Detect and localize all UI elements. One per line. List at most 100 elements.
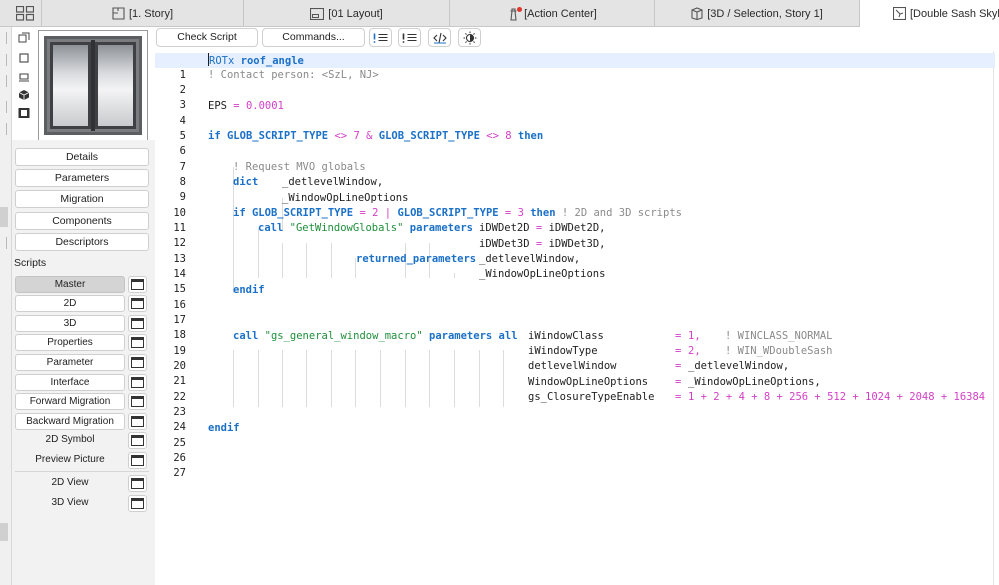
code-comment: ! WIN_WDoubleSash: [725, 345, 833, 357]
code-token: 2: [372, 207, 379, 219]
code-line: 3: [155, 83, 995, 111]
preview-picture: [38, 30, 148, 141]
script-master[interactable]: Master: [15, 276, 125, 293]
code-token: parameters: [409, 222, 473, 234]
code-line: 2 ! Contact person: <SzL, NJ>: [155, 68, 995, 96]
code-token: if: [208, 130, 221, 142]
script-3d[interactable]: 3D: [15, 315, 125, 332]
tab-object-editor[interactable]: [Double Sash Skyligh: [860, 0, 999, 27]
code-token: _detlevelWindow,: [282, 176, 384, 188]
script-interface[interactable]: Interface: [15, 374, 125, 391]
open-window-icon[interactable]: [128, 354, 147, 371]
code-token: GLOB_SCRIPT_TYPE: [251, 207, 354, 219]
object-editor-icon: [893, 7, 906, 20]
square-icon[interactable]: [18, 52, 30, 64]
code-token: call: [258, 222, 284, 234]
tab-story[interactable]: [1. Story]: [41, 0, 244, 27]
check-script-button[interactable]: Check Script: [156, 28, 258, 47]
code-line: 6 if GLOB_SCRIPT_TYPE <> 7 & GLOB_SCRIPT…: [155, 129, 995, 157]
film-icon[interactable]: [18, 107, 30, 119]
migration-button[interactable]: Migration: [15, 190, 149, 208]
code-line: 10 _WindowOpLineOptions: [155, 191, 995, 219]
code-token: =: [359, 207, 366, 219]
code-token: GLOB_SCRIPT_TYPE: [226, 130, 329, 142]
code-token: &: [366, 130, 373, 142]
code-line: 23 gs_ClosureTypeEnable = 1 + 2 + 4 + 8 …: [155, 390, 995, 418]
script-parameter[interactable]: Parameter: [15, 354, 125, 371]
list-format-icon[interactable]: [398, 28, 421, 47]
code-line: 5: [155, 114, 995, 142]
code-token: =: [675, 330, 682, 342]
code-line: 25 endif: [155, 421, 995, 449]
tab-action-center[interactable]: [Action Center]: [450, 0, 655, 27]
tab-layout[interactable]: [01 Layout]: [244, 0, 450, 27]
code-token: _detlevelWindow,: [479, 253, 581, 265]
code-line: 7: [155, 145, 995, 173]
code-token: =: [233, 100, 240, 112]
open-window-icon[interactable]: [128, 374, 147, 391]
code-token: iWindowType: [528, 345, 598, 357]
descriptors-button[interactable]: Descriptors: [15, 233, 149, 251]
script-2d-view[interactable]: 2D View: [15, 475, 125, 492]
code-token: detlevelWindow: [528, 360, 617, 372]
copy-icon[interactable]: [18, 32, 30, 44]
grid-view-icon[interactable]: [15, 5, 35, 21]
plan-view-icon[interactable]: [18, 71, 30, 83]
script-preview-picture[interactable]: Preview Picture: [15, 452, 125, 469]
code-view-icon[interactable]: [428, 28, 451, 47]
tab-label: [Double Sash Skyligh: [910, 7, 999, 20]
code-token: 7: [353, 130, 360, 142]
open-window-icon[interactable]: [128, 432, 147, 449]
script-forward-migration[interactable]: Forward Migration: [15, 393, 125, 410]
tab-bar: [1. Story] [01 Layout] [Action Center] […: [0, 0, 999, 27]
brightness-icon[interactable]: [458, 28, 481, 47]
parameters-button[interactable]: Parameters: [15, 169, 149, 187]
open-window-icon[interactable]: [128, 475, 147, 492]
window-preview-image: [44, 36, 142, 135]
details-button[interactable]: Details: [15, 148, 149, 166]
open-window-icon[interactable]: [128, 452, 147, 469]
open-window-icon[interactable]: [128, 334, 147, 351]
script-properties[interactable]: Properties: [15, 334, 125, 351]
cube-icon[interactable]: [18, 89, 30, 101]
insert-list-icon[interactable]: [369, 28, 392, 47]
code-line: 27: [155, 451, 995, 479]
code-line: 16 endif: [155, 283, 995, 311]
script-2d[interactable]: 2D: [15, 295, 125, 312]
code-token: endif: [208, 422, 240, 434]
open-window-icon[interactable]: [128, 295, 147, 312]
code-token: all: [498, 330, 518, 342]
open-window-icon[interactable]: [128, 393, 147, 410]
tab-3d-selection[interactable]: [3D / Selection, Story 1]: [655, 0, 860, 27]
code-line: 21 detlevelWindow = _detlevelWindow,: [155, 359, 995, 387]
script-3d-view[interactable]: 3D View: [15, 495, 125, 512]
code-token: 3: [517, 207, 524, 219]
code-editor[interactable]: 1 ROTx roof_angle 2 ! Contact person: <S…: [155, 51, 999, 585]
code-token: WindowOpLineOptions: [528, 376, 649, 388]
code-line: 8 ! Request MVO globals: [155, 160, 995, 188]
tab-label: [1. Story]: [128, 7, 174, 20]
open-window-icon[interactable]: [128, 413, 147, 430]
code-token: =: [535, 238, 543, 250]
script-backward-migration[interactable]: Backward Migration: [15, 413, 125, 430]
open-window-icon[interactable]: [128, 276, 147, 293]
code-token: parameters: [429, 330, 493, 342]
open-window-icon[interactable]: [128, 315, 147, 332]
code-token: iDWDet3D,: [548, 238, 606, 250]
code-token: roof_angle: [240, 55, 304, 67]
commands-button[interactable]: Commands...: [262, 28, 365, 47]
line-number: 27: [173, 467, 186, 479]
code-line: 9 dict _detlevelWindow,: [155, 175, 995, 203]
code-token: =: [675, 376, 682, 388]
code-token: 1 + 2 + 4 + 8 + 256 + 512 + 1024 + 2048 …: [688, 391, 986, 403]
code-token: =: [504, 207, 512, 219]
code-line: 4 EPS = 0.0001: [155, 99, 995, 127]
left-toolbox-strip: [0, 27, 12, 585]
code-token: GLOB_SCRIPT_TYPE: [397, 207, 499, 219]
open-window-icon[interactable]: [128, 495, 147, 512]
code-line: 11 if GLOB_SCRIPT_TYPE = 2 | GLOB_SCRIPT…: [155, 206, 995, 234]
components-button[interactable]: Components: [15, 212, 149, 230]
code-token: iDWDet3D: [479, 238, 530, 250]
code-token: _detlevelWindow,: [688, 360, 790, 372]
script-2d-symbol[interactable]: 2D Symbol: [15, 432, 125, 449]
